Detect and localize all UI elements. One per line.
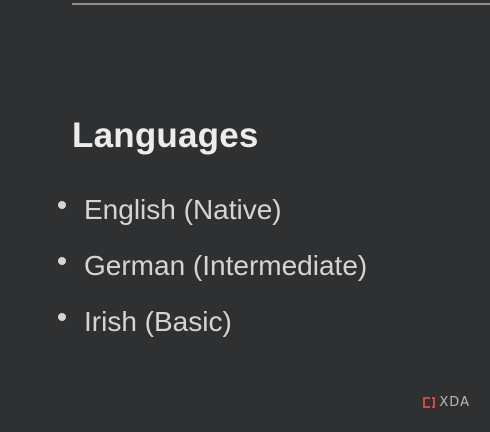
section-heading: Languages (72, 116, 259, 155)
watermark-text: XDA (439, 395, 470, 410)
language-label: German (Intermediate) (84, 250, 368, 281)
bullet-icon (58, 257, 66, 265)
language-label: Irish (Basic) (84, 306, 232, 337)
bullet-icon (58, 313, 66, 321)
language-item-irish: Irish (Basic) (56, 302, 367, 358)
xda-watermark: XDA (423, 395, 470, 410)
language-list: English (Native) German (Intermediate) I… (56, 190, 367, 358)
top-divider (72, 3, 490, 5)
language-label: English (Native) (84, 194, 282, 225)
bullet-icon (58, 201, 66, 209)
document-page: Languages English (Native) German (Inter… (0, 0, 490, 432)
language-item-english: English (Native) (56, 190, 367, 246)
language-item-german: German (Intermediate) (56, 246, 367, 302)
xda-bracket-icon (423, 397, 436, 408)
